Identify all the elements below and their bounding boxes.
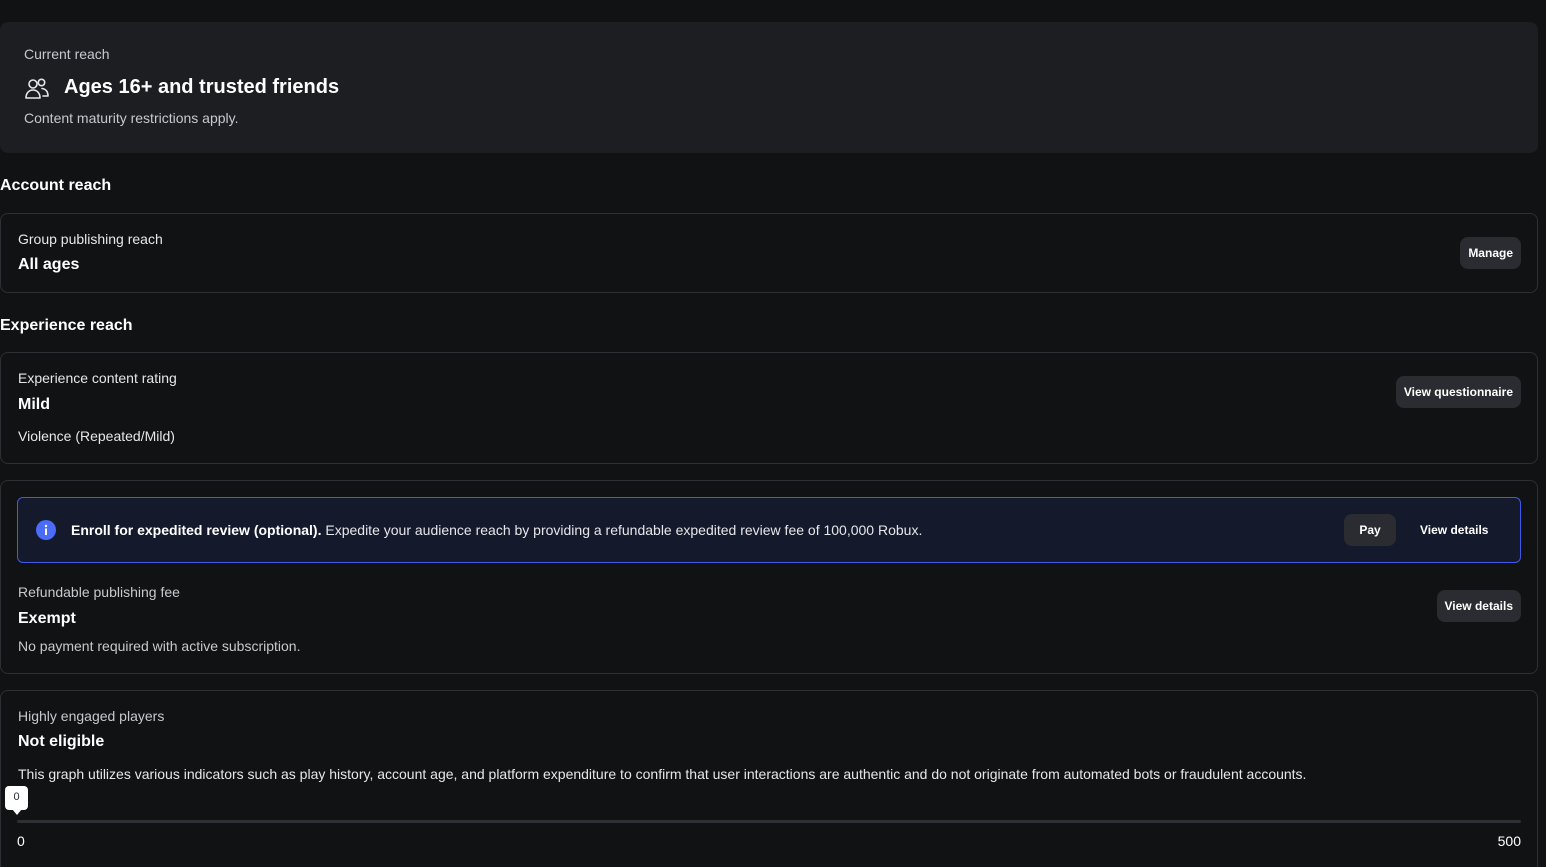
content-rating-label: Experience content rating <box>18 370 177 386</box>
engagement-slider-track <box>17 820 1521 823</box>
engagement-slider-thumb[interactable]: 0 <box>5 786 28 815</box>
current-reach-subtitle: Content maturity restrictions apply. <box>24 110 239 126</box>
engaged-players-label: Highly engaged players <box>18 708 165 724</box>
banner-view-details-button[interactable]: View details <box>1412 514 1496 546</box>
fee-view-details-button[interactable]: View details <box>1436 590 1521 622</box>
users-icon <box>24 76 50 102</box>
audience-reach-page: Current reach Ages 16+ and trusted frien… <box>0 0 1546 867</box>
group-publishing-card: Group publishing reach All ages Manage <box>0 213 1538 293</box>
expedited-review-banner: Enroll for expedited review (optional). … <box>17 497 1521 563</box>
info-icon <box>36 520 56 540</box>
view-questionnaire-button[interactable]: View questionnaire <box>1395 376 1521 408</box>
current-reach-title: Ages 16+ and trusted friends <box>64 76 340 98</box>
group-publishing-value: All ages <box>18 256 80 273</box>
pay-button[interactable]: Pay <box>1344 514 1396 546</box>
current-reach-label: Current reach <box>24 46 110 62</box>
content-rating-value: Mild <box>18 396 50 413</box>
content-descriptor: Violence (Repeated/Mild) <box>18 428 175 444</box>
slider-max-label: 500 <box>1497 833 1521 849</box>
publishing-fee-value: Exempt <box>18 610 76 627</box>
manage-button[interactable]: Manage <box>1460 237 1521 269</box>
banner-title: Enroll for expedited review (optional). <box>71 522 322 538</box>
publishing-fee-description: No payment required with active subscrip… <box>18 638 301 654</box>
experience-reach-heading: Experience reach <box>0 317 133 334</box>
slider-min-label: 0 <box>17 833 25 849</box>
content-rating-card: Experience content rating Mild Violence … <box>0 352 1538 464</box>
engaged-players-description: This graph utilizes various indicators s… <box>18 766 1307 782</box>
engaged-players-card: Highly engaged players Not eligible This… <box>0 690 1538 867</box>
banner-message: Enroll for expedited review (optional). … <box>71 522 922 538</box>
publishing-fee-label: Refundable publishing fee <box>18 584 180 600</box>
engaged-players-value: Not eligible <box>18 733 105 750</box>
banner-body: Expedite your audience reach by providin… <box>325 522 923 538</box>
group-publishing-label: Group publishing reach <box>18 231 163 247</box>
account-reach-heading: Account reach <box>0 177 112 194</box>
